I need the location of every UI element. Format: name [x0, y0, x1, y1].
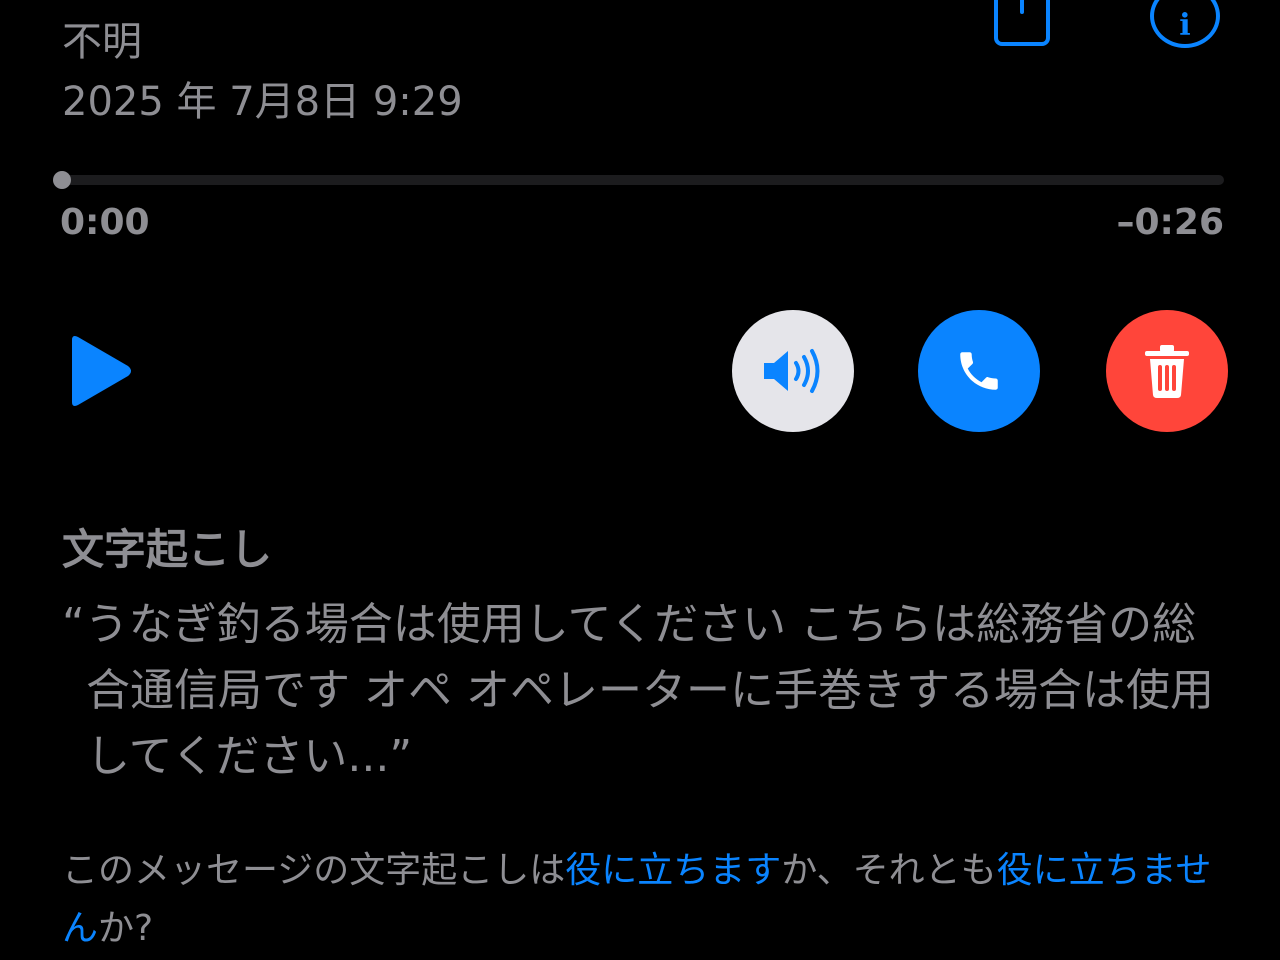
helpful-link[interactable]: 役に立ちます	[565, 850, 781, 891]
voicemail-detail: i 不明 2025 年 7月8日 9:29 0:00 –0:26 文字起こし “…	[0, 0, 1280, 960]
voicemail-datetime: 2025 年 7月8日 9:29	[62, 79, 463, 125]
play-icon	[72, 336, 131, 406]
elapsed-time: 0:00	[60, 202, 150, 243]
delete-button[interactable]	[1106, 310, 1228, 432]
transcription-text: “うなぎ釣る場合は使用してください こちらは総務省の総合通信局です オペ オペレ…	[62, 599, 1214, 782]
phone-icon	[960, 352, 998, 390]
feedback-middle: か、それとも	[781, 850, 997, 891]
info-icon[interactable]: i	[1150, 0, 1220, 48]
feedback-prefix: このメッセージの文字起こしは	[62, 850, 566, 891]
call-back-button[interactable]	[918, 310, 1040, 432]
playback-scrubber[interactable]	[62, 175, 1224, 185]
transcription-heading: 文字起こし	[62, 525, 273, 574]
transcription-feedback: このメッセージの文字起こしは役に立ちますか、それとも役に立ちませんか?	[62, 842, 1222, 958]
scrubber-thumb[interactable]	[53, 171, 71, 189]
caller-name: 不明	[62, 19, 142, 65]
feedback-suffix: か?	[98, 908, 154, 949]
trash-icon	[1145, 345, 1189, 398]
speaker-button[interactable]	[732, 310, 854, 432]
speaker-icon	[764, 349, 820, 393]
play-button[interactable]	[68, 334, 134, 408]
share-icon[interactable]	[994, 0, 1050, 46]
remaining-time: –0:26	[1116, 202, 1224, 243]
